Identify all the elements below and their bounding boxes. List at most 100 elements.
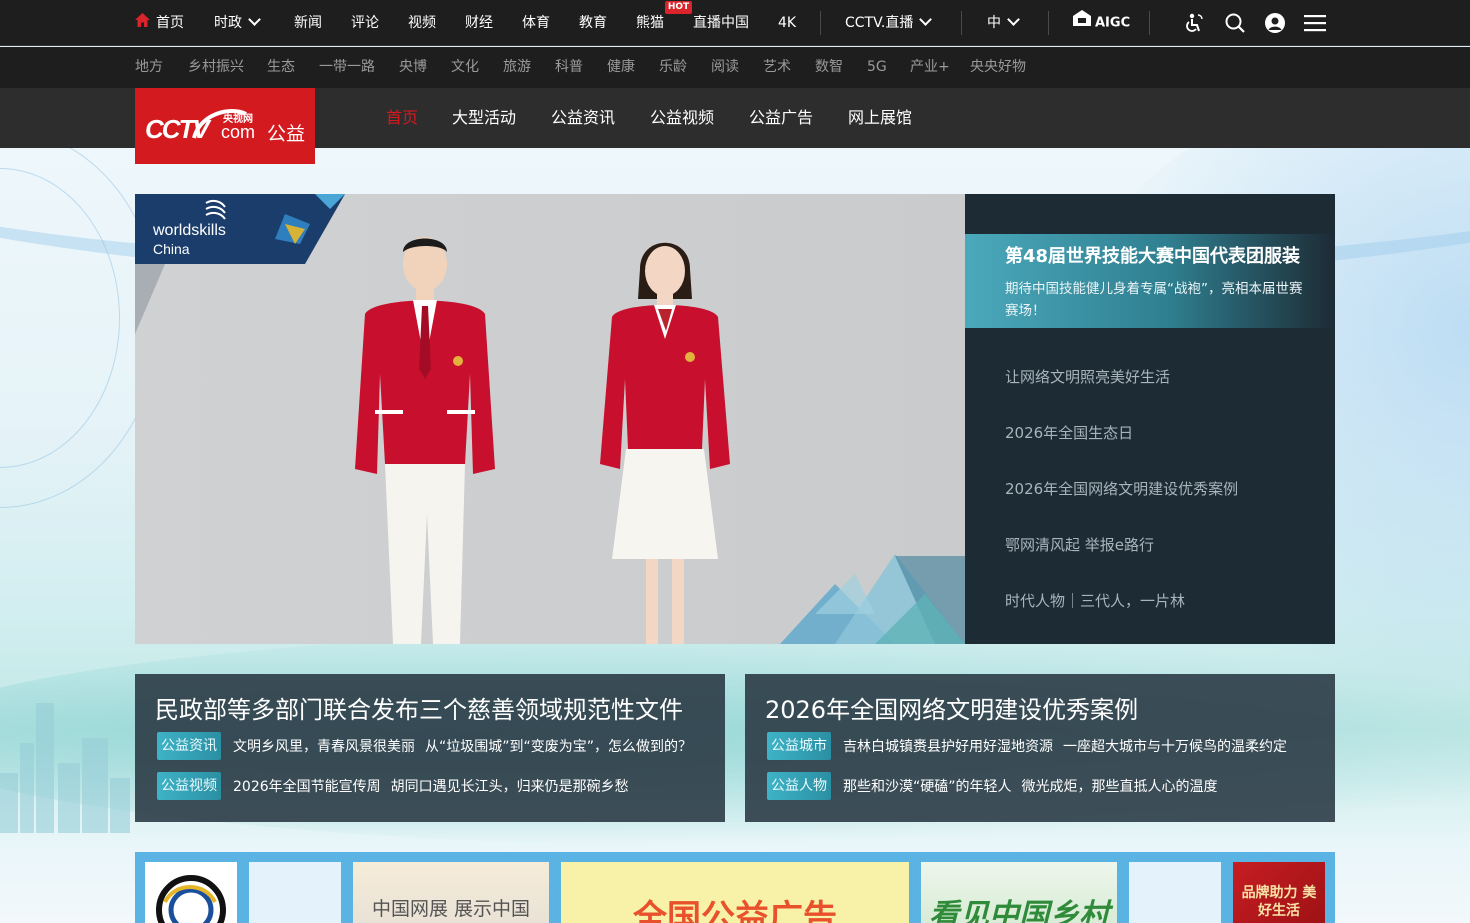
aigc-link[interactable]: AIGC xyxy=(1073,0,1130,46)
top-nav-item-panda[interactable]: 熊猫 xyxy=(636,0,664,46)
news-link[interactable]: 从“垃圾围城”到“变废为宝”，怎么做到的？ xyxy=(425,736,692,756)
news-link[interactable]: 文明乡风里，青春风景很美丽 xyxy=(233,736,415,756)
channel-link[interactable]: 地方 xyxy=(135,47,163,88)
male-model-figure xyxy=(355,237,495,644)
card-row: 公益资讯 文明乡风里，青春风景很美丽 从“垃圾围城”到“变废为宝”，怎么做到的？ xyxy=(157,731,702,761)
channel-link[interactable]: 一带一路 xyxy=(319,47,375,88)
tile-label: 品牌助力 美好生活 xyxy=(1241,885,1317,919)
news-card-civilization: 2026年全国网络文明建设优秀案例 公益城市 吉林白城镇赉县护好用好湿地资源 一… xyxy=(745,674,1335,822)
news-link[interactable]: 2026年全国节能宣传周 xyxy=(233,776,381,796)
category-tag[interactable]: 公益城市 xyxy=(767,732,831,760)
card-title-link[interactable]: 2026年全国网络文明建设优秀案例 xyxy=(765,690,1138,725)
side-headline-link[interactable]: 让网络文明照亮美好生活 xyxy=(1005,366,1170,387)
featured-title: 第48届世界技能大赛中国代表团服装 xyxy=(1005,246,1301,267)
worldskills-text: worldskills xyxy=(153,222,226,239)
tile-brand-life[interactable]: 品牌助力 美好生活 xyxy=(1233,862,1325,923)
menu-hamburger-icon[interactable] xyxy=(1304,0,1326,46)
tile-label: 看见中国乡村 xyxy=(929,898,1109,923)
tile-label: 全国公益广告 xyxy=(633,898,837,923)
featured-headline[interactable]: 第48届世界技能大赛中国代表团服装 期待中国技能健儿身着专属“战袍”，亮相本届世… xyxy=(965,234,1335,328)
news-link[interactable]: 一座超大城市与十万候鸟的温柔约定 xyxy=(1063,736,1287,756)
channel-link[interactable]: 产业+ xyxy=(910,47,950,88)
tile-public-ads[interactable]: 全国公益广告 xyxy=(561,862,909,923)
female-model-figure xyxy=(600,242,730,644)
news-link[interactable]: 吉林白城镇赉县护好用好湿地资源 xyxy=(843,736,1053,756)
logo-gongyi-text: 公益 xyxy=(267,123,306,145)
section-tab-home[interactable]: 首页 xyxy=(386,88,418,148)
section-tab-news[interactable]: 公益资讯 xyxy=(551,88,615,148)
top-nav-item[interactable]: 新闻 xyxy=(294,0,322,46)
top-nav-item[interactable]: 体育 xyxy=(522,0,550,46)
worldskills-brand-graphic xyxy=(135,194,965,644)
side-headline-link[interactable]: 2026年全国网络文明建设优秀案例 xyxy=(1005,478,1238,499)
channel-link[interactable]: 文化 xyxy=(451,47,479,88)
channel-link[interactable]: 央博 xyxy=(399,47,427,88)
news-link[interactable]: 那些和沙漠“硬磕”的年轻人 xyxy=(843,776,1012,796)
section-tab-video[interactable]: 公益视频 xyxy=(650,88,714,148)
logo-com-text: com xyxy=(221,122,256,142)
tile-label: 中国网展 展示中国 xyxy=(371,898,531,920)
side-headline-link[interactable]: 2026年全国生态日 xyxy=(1005,422,1133,443)
cctv-gongyi-logo[interactable]: CCTV 央视网 com 公益 xyxy=(135,88,315,164)
top-nav-item[interactable]: 教育 xyxy=(579,0,607,46)
channel-link[interactable]: 科普 xyxy=(555,47,583,88)
city-silhouette xyxy=(0,693,135,833)
channel-link[interactable]: 阅读 xyxy=(711,47,739,88)
channel-link[interactable]: 乐龄 xyxy=(659,47,687,88)
card-row: 公益视频 2026年全国节能宣传周 胡同口遇见长江头，归来仍是那碗乡愁 xyxy=(157,771,639,801)
top-nav-item[interactable]: 财经 xyxy=(465,0,493,46)
headline-side-panel: 第48届世界技能大赛中国代表团服装 期待中国技能健儿身着专属“战袍”，亮相本届世… xyxy=(965,194,1335,644)
channel-link[interactable]: 5G xyxy=(867,47,887,88)
chevron-down-icon xyxy=(248,13,261,26)
cctv-live-dropdown[interactable]: CCTV.直播 xyxy=(845,0,933,46)
section-tab-exhibition[interactable]: 网上展馆 xyxy=(848,88,912,148)
top-nav-item[interactable]: 评论 xyxy=(351,0,379,46)
tile-blank-1[interactable] xyxy=(249,862,341,923)
side-headline-link[interactable]: 时代人物｜三代人，一片林 xyxy=(1005,590,1185,611)
search-icon[interactable] xyxy=(1224,0,1246,46)
language-dropdown[interactable]: 中 xyxy=(987,0,1020,46)
section-tab-events[interactable]: 大型活动 xyxy=(452,88,516,148)
news-link[interactable]: 胡同口遇见长江头，归来仍是那碗乡愁 xyxy=(391,776,629,796)
channel-bar: 地方 乡村振兴 生态 一带一路 央博 文化 旅游 科普 健康 乐龄 阅读 艺术 … xyxy=(0,47,1470,88)
card-row: 公益城市 吉林白城镇赉县护好用好湿地资源 一座超大城市与十万候鸟的温柔约定 xyxy=(767,731,1297,761)
side-headline-link[interactable]: 鄂网清风起 举报e路行 xyxy=(1005,534,1154,555)
tile-rural-china[interactable]: 看见中国乡村 xyxy=(921,862,1117,923)
top-navigation-bar: 首页 时政 新闻 评论 视频 财经 体育 教育 熊猫 HOT 直播中国 4K C… xyxy=(0,0,1470,46)
tile-blank-2[interactable] xyxy=(1129,862,1221,923)
channel-link[interactable]: 生态 xyxy=(267,47,295,88)
hero-banner-image[interactable]: worldskills China xyxy=(135,194,965,644)
channel-link[interactable]: 旅游 xyxy=(503,47,531,88)
card-row: 公益人物 那些和沙漠“硬磕”的年轻人 微光成炬，那些直抵人心的温度 xyxy=(767,771,1228,801)
channel-link[interactable]: 乡村振兴 xyxy=(188,47,244,88)
category-tag[interactable]: 公益视频 xyxy=(157,772,221,800)
aigc-logo-icon xyxy=(1073,0,1091,46)
user-avatar-icon[interactable] xyxy=(1264,0,1286,46)
tile-china-web-exhibition[interactable]: 中国网展 展示中国 xyxy=(353,862,549,923)
accessibility-icon[interactable] xyxy=(1183,0,1205,46)
news-link[interactable]: 微光成炬，那些直抵人心的温度 xyxy=(1022,776,1218,796)
top-nav-item[interactable]: 4K xyxy=(778,0,796,46)
channel-link[interactable]: 数智 xyxy=(815,47,843,88)
worldskills-china-text: China xyxy=(153,241,190,257)
top-nav-shizheng[interactable]: 时政 xyxy=(214,0,261,46)
section-tab-ads[interactable]: 公益广告 xyxy=(749,88,813,148)
worldskills-logo-icon xyxy=(205,199,226,220)
chevron-down-icon xyxy=(1007,13,1020,26)
channel-link[interactable]: 健康 xyxy=(607,47,635,88)
top-nav-home[interactable]: 首页 xyxy=(135,0,184,46)
top-nav-item[interactable]: 直播中国 xyxy=(693,0,749,46)
hot-badge: HOT xyxy=(665,1,692,14)
channel-link[interactable]: 艺术 xyxy=(763,47,791,88)
chevron-down-icon xyxy=(919,13,933,26)
tile-logo[interactable] xyxy=(145,862,237,923)
home-icon xyxy=(135,0,150,46)
card-title-link[interactable]: 民政部等多部门联合发布三个慈善领域规范性文件 xyxy=(155,690,683,725)
round-logo-icon xyxy=(156,875,226,923)
category-tag[interactable]: 公益人物 xyxy=(767,772,831,800)
top-nav-item[interactable]: 视频 xyxy=(408,0,436,46)
category-tag[interactable]: 公益资讯 xyxy=(157,732,221,760)
news-card-charity: 民政部等多部门联合发布三个慈善领域规范性文件 公益资讯 文明乡风里，青春风景很美… xyxy=(135,674,725,822)
featured-description: 期待中国技能健儿身着专属“战袍”，亮相本届世赛赛场！ xyxy=(1005,281,1303,319)
channel-link[interactable]: 央央好物 xyxy=(970,47,1026,88)
